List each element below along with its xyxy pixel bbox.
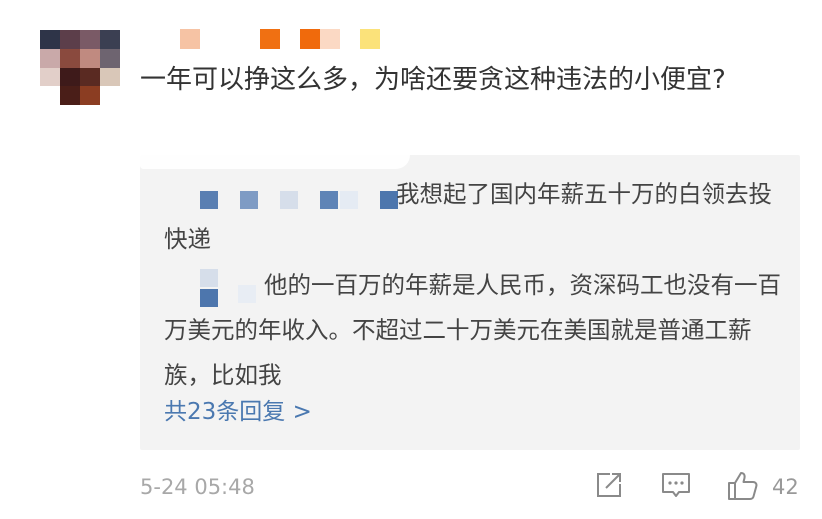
username-mosaic[interactable] bbox=[180, 29, 390, 49]
quoted-blur bbox=[140, 155, 410, 169]
more-replies-link[interactable]: 共23条回复 > bbox=[164, 395, 312, 429]
timestamp: 5-24 05:48 bbox=[140, 475, 255, 499]
reply-item: 我想起了国内年薪五十万的白领去投快递 bbox=[164, 180, 772, 253]
comment-button[interactable] bbox=[660, 470, 692, 500]
share-button[interactable] bbox=[594, 470, 624, 500]
thumbs-up-icon bbox=[728, 472, 758, 500]
reply-item: 他的一百万的年薪是人民币，资深码工也没有一百万美元的年收入。不超过二十万美元在美… bbox=[164, 271, 781, 389]
comment-text: 一年可以挣这么多，为啥还要贪这种违法的小便宜? bbox=[140, 65, 726, 95]
avatar[interactable] bbox=[40, 30, 120, 105]
like-button[interactable] bbox=[726, 470, 760, 502]
like-count: 42 bbox=[772, 475, 799, 499]
reply-box[interactable]: 我想起了国内年薪五十万的白领去投快递 他的一百万的年薪是人民币，资深码工也没有一… bbox=[140, 155, 800, 450]
comment-icon bbox=[662, 473, 690, 497]
share-icon bbox=[597, 473, 621, 497]
